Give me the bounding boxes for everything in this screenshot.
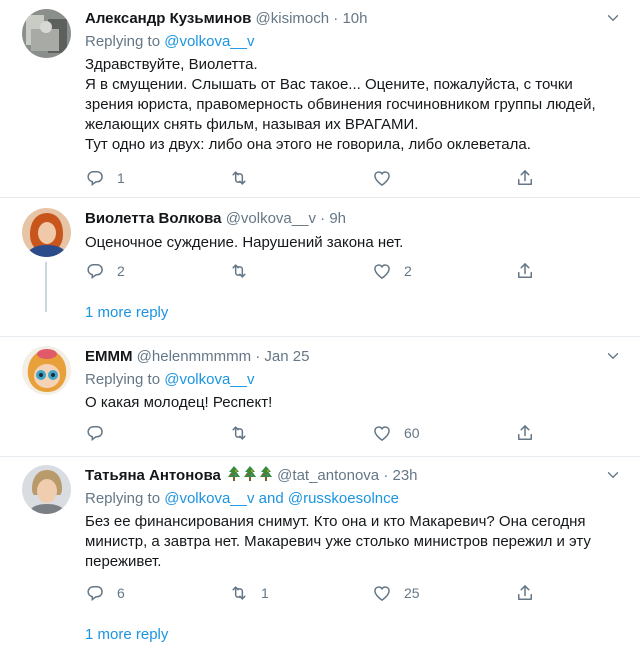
- like-button[interactable]: 2: [372, 261, 412, 281]
- reply-mention-link[interactable]: @volkova__v: [164, 371, 254, 388]
- like-button[interactable]: 60: [372, 423, 420, 443]
- timestamp[interactable]: 23h: [392, 467, 417, 484]
- show-more-replies-link[interactable]: 1 more reply: [85, 626, 168, 643]
- tweet-text: Оценочное суждение. Нарушений закона нет…: [85, 234, 404, 251]
- avatar[interactable]: [22, 465, 71, 514]
- share-button[interactable]: [515, 583, 535, 603]
- retweet-icon: [229, 261, 249, 281]
- tweet-text: О какая молодец! Респект!: [85, 394, 273, 411]
- reply-icon: [85, 583, 105, 603]
- like-icon: [372, 583, 392, 603]
- like-icon: [372, 168, 392, 188]
- chevron-down-icon[interactable]: [604, 466, 622, 484]
- retweet-button[interactable]: [229, 423, 261, 443]
- share-icon: [515, 583, 535, 603]
- reply-button[interactable]: [85, 423, 117, 443]
- tweet-kuzminov[interactable]: Александр Кузьминов @kisimoch · 10h Repl…: [0, 0, 640, 196]
- like-button[interactable]: 25: [372, 583, 420, 603]
- tweet-text: Без ее финансирования снимут. Кто она и …: [85, 513, 591, 570]
- chevron-down-icon[interactable]: [604, 347, 622, 365]
- author-name[interactable]: Виолетта Волкова: [85, 210, 222, 227]
- like-count: 25: [404, 585, 420, 601]
- retweet-count: 1: [261, 585, 269, 601]
- tweet-text: Здравствуйте, Виолетта. Я в смущении. Сл…: [85, 56, 596, 153]
- share-button[interactable]: [515, 168, 535, 188]
- author-handle[interactable]: @helenmmmmm: [137, 348, 251, 365]
- author-name[interactable]: Александр Кузьминов: [85, 10, 251, 27]
- tweet-volkova[interactable]: Виолетта Волкова @volkova__v · 9h Оценоч…: [0, 198, 640, 335]
- thread-line: [45, 262, 47, 312]
- tweet-antonova[interactable]: Татьяна Антонова @tat_antonova · 23h Rep…: [0, 457, 640, 652]
- reply-count: 2: [117, 263, 125, 279]
- share-button[interactable]: [515, 261, 535, 281]
- author-handle[interactable]: @volkova__v: [226, 210, 316, 227]
- like-button[interactable]: [372, 168, 404, 188]
- tweet-emmm[interactable]: EMMM @helenmmmmm · Jan 25 Replying to @v…: [0, 337, 640, 455]
- share-icon: [515, 261, 535, 281]
- reply-icon: [85, 261, 105, 281]
- reply-count: 6: [117, 585, 125, 601]
- author-handle[interactable]: @kisimoch: [256, 10, 330, 27]
- retweet-button[interactable]: 1: [229, 583, 269, 603]
- like-icon: [372, 423, 392, 443]
- retweet-icon: [229, 423, 249, 443]
- show-more-replies-link[interactable]: 1 more reply: [85, 304, 168, 321]
- timestamp[interactable]: 9h: [329, 210, 346, 227]
- reply-count: 1: [117, 170, 125, 186]
- retweet-button[interactable]: [229, 261, 261, 281]
- christmas-tree-icon: [243, 466, 257, 482]
- replying-to: Replying to @volkova__v and @russkoesoln…: [85, 490, 399, 507]
- chevron-down-icon[interactable]: [604, 9, 622, 27]
- retweet-icon: [229, 583, 249, 603]
- christmas-tree-icon: [227, 466, 241, 482]
- christmas-tree-icon: [259, 466, 273, 482]
- replying-to: Replying to @volkova__v: [85, 371, 255, 388]
- share-icon: [515, 168, 535, 188]
- reply-icon: [85, 423, 105, 443]
- reply-button[interactable]: 1: [85, 168, 125, 188]
- author-handle[interactable]: @tat_antonova: [277, 467, 379, 484]
- author-name[interactable]: Татьяна Антонова: [85, 467, 221, 484]
- avatar[interactable]: [22, 9, 71, 58]
- like-count: 60: [404, 425, 420, 441]
- reply-button[interactable]: 6: [85, 583, 125, 603]
- retweet-icon: [229, 168, 249, 188]
- share-icon: [515, 423, 535, 443]
- replying-to: Replying to @volkova__v: [85, 33, 255, 50]
- share-button[interactable]: [515, 423, 535, 443]
- author-name[interactable]: EMMM: [85, 348, 133, 365]
- retweet-button[interactable]: [229, 168, 261, 188]
- like-icon: [372, 261, 392, 281]
- avatar[interactable]: [22, 346, 71, 395]
- reply-mention-link[interactable]: @volkova__v: [164, 33, 254, 50]
- reply-button[interactable]: 2: [85, 261, 125, 281]
- reply-icon: [85, 168, 105, 188]
- avatar[interactable]: [22, 208, 71, 257]
- reply-mention-link[interactable]: @volkova__v and @russkoesolnce: [164, 490, 399, 507]
- timestamp[interactable]: Jan 25: [264, 348, 309, 365]
- timestamp[interactable]: 10h: [342, 10, 367, 27]
- like-count: 2: [404, 263, 412, 279]
